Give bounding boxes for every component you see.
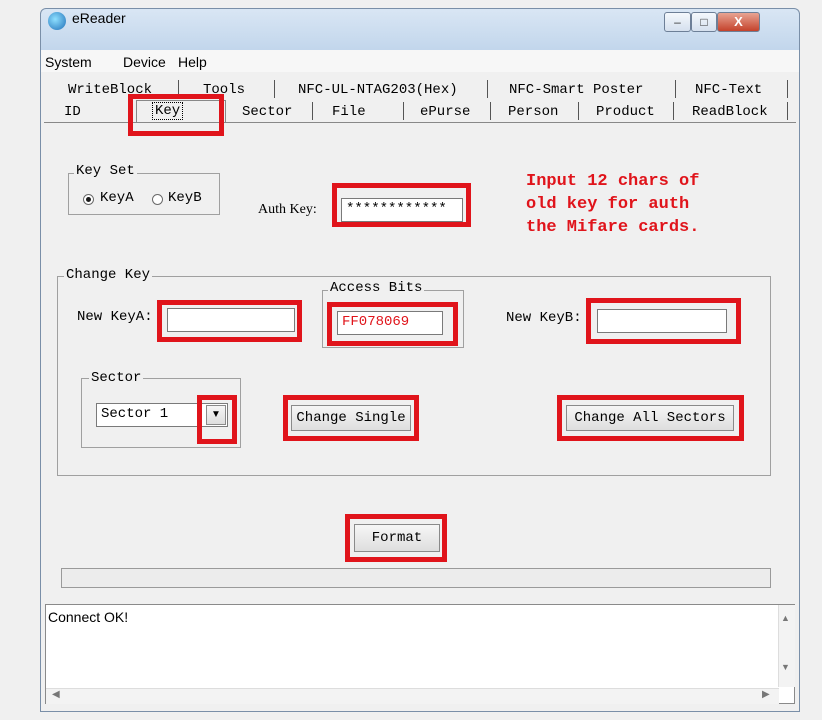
tab-id[interactable]: ID	[64, 104, 81, 120]
tab-file[interactable]: File	[332, 104, 366, 120]
tab-divider	[673, 102, 674, 120]
scroll-up-icon[interactable]: ▲	[781, 613, 790, 623]
minimize-button[interactable]: –	[664, 12, 691, 32]
key-tab-highlight	[128, 94, 224, 136]
tab-nfc-ul-ntag203[interactable]: NFC-UL-NTAG203(Hex)	[298, 82, 458, 98]
menu-device[interactable]: Device	[123, 54, 166, 70]
hint-line-1: Input 12 chars of	[526, 172, 700, 191]
tab-product[interactable]: Product	[596, 104, 655, 120]
tab-divider	[578, 102, 579, 120]
window-title: eReader	[72, 10, 126, 26]
log-text: Connect OK!	[48, 609, 129, 625]
scroll-right-icon[interactable]: ▶	[762, 689, 770, 700]
tab-divider	[274, 80, 275, 98]
sector-dropdown-highlight	[197, 395, 237, 444]
tab-readblock[interactable]: ReadBlock	[692, 104, 768, 120]
keyb-label: KeyB	[168, 190, 202, 206]
sector-label: Sector	[89, 370, 144, 386]
menu-help[interactable]: Help	[178, 54, 207, 70]
tab-epurse[interactable]: ePurse	[420, 104, 470, 120]
key-set-label: Key Set	[74, 163, 137, 179]
horizontal-scrollbar[interactable]	[46, 688, 779, 704]
tab-divider	[312, 102, 313, 120]
hint-line-3: the Mifare cards.	[526, 218, 700, 237]
hint-text: Input 12 chars of old key for auth the M…	[526, 170, 699, 239]
new-keyb-highlight	[586, 298, 741, 344]
keyb-radio[interactable]	[152, 194, 163, 205]
auth-key-highlight	[332, 183, 471, 227]
tab-divider	[787, 80, 788, 98]
format-highlight	[345, 514, 447, 562]
tab-person[interactable]: Person	[508, 104, 558, 120]
access-bits-highlight	[327, 302, 458, 346]
new-keya-label: New KeyA:	[77, 309, 153, 325]
scroll-down-icon[interactable]: ▼	[781, 662, 790, 672]
change-single-highlight	[283, 395, 419, 441]
tab-divider	[403, 102, 404, 120]
app-icon	[48, 12, 66, 30]
hint-line-2: old key for auth	[526, 195, 690, 214]
change-key-label: Change Key	[64, 267, 153, 283]
tab-divider	[787, 102, 788, 120]
keya-label: KeyA	[100, 190, 134, 206]
tab-divider	[675, 80, 676, 98]
auth-key-label: Auth Key:	[258, 202, 317, 217]
tab-nfc-smart-poster[interactable]: NFC-Smart Poster	[509, 82, 643, 98]
progress-bar	[61, 568, 771, 588]
keya-radio[interactable]	[83, 194, 94, 205]
scroll-left-icon[interactable]: ◀	[52, 689, 60, 700]
new-keyb-label: New KeyB:	[506, 310, 582, 326]
change-all-highlight	[557, 395, 744, 441]
new-keya-highlight	[157, 300, 302, 342]
maximize-button[interactable]: □	[691, 12, 717, 32]
tab-nfc-text[interactable]: NFC-Text	[695, 82, 762, 98]
menu-system[interactable]: System	[45, 54, 92, 70]
tab-divider	[487, 80, 488, 98]
tab-sector[interactable]: Sector	[242, 104, 292, 120]
access-bits-label: Access Bits	[328, 280, 425, 296]
tab-divider	[490, 102, 491, 120]
close-button[interactable]: X	[717, 12, 760, 32]
